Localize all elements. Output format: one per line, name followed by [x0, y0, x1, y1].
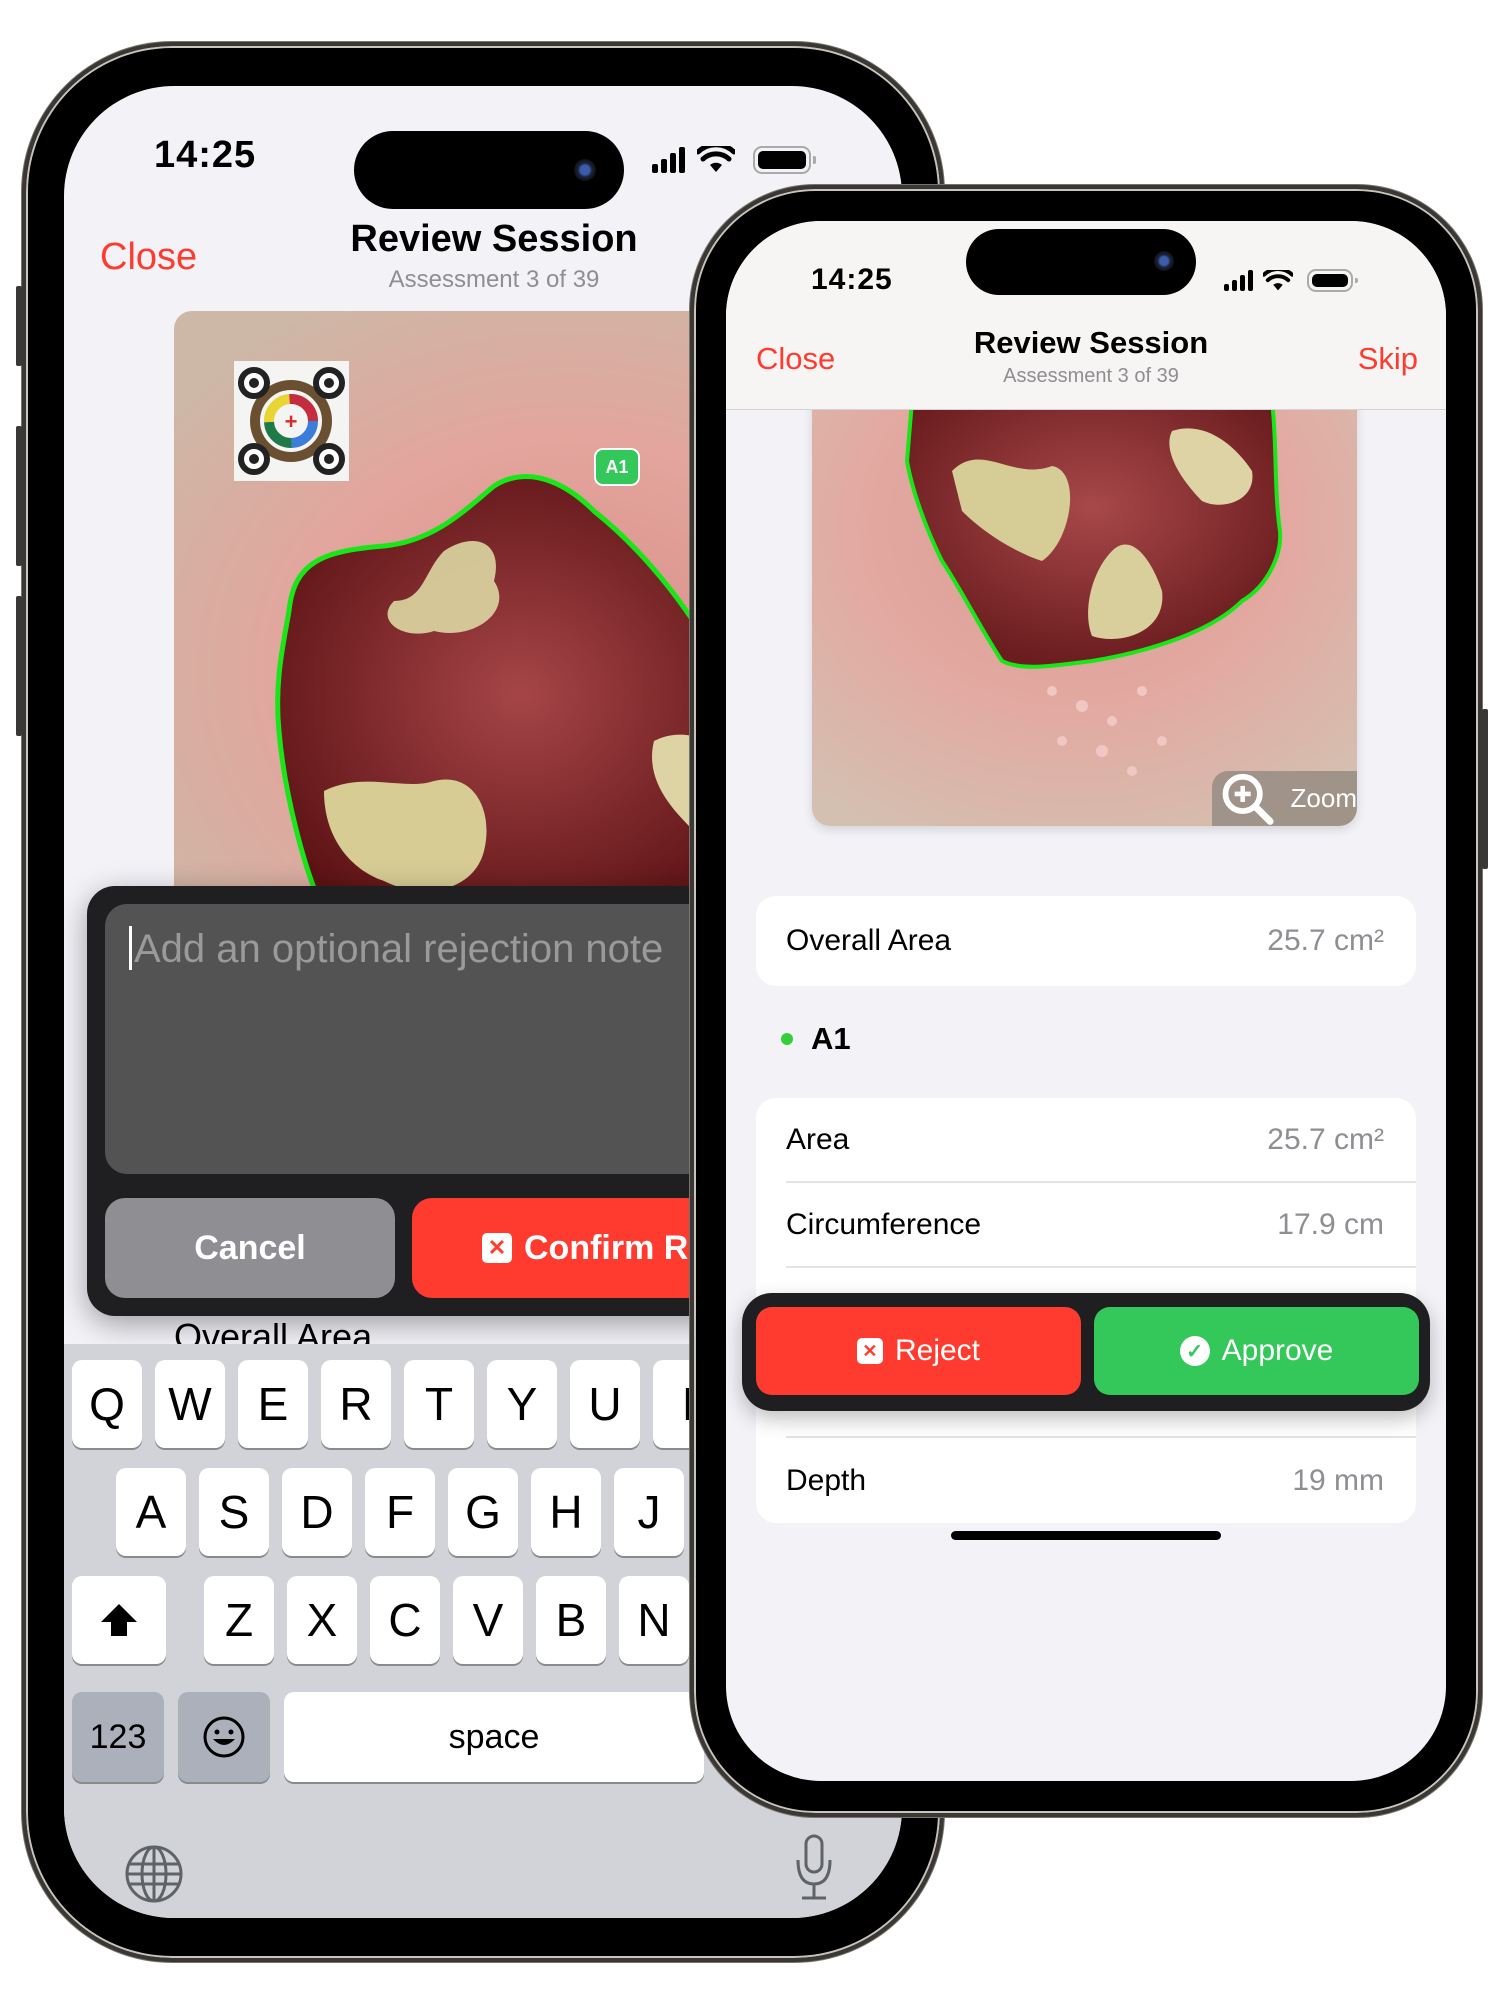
review-action-bar: ✕ Reject ✓ Approve: [742, 1293, 1430, 1411]
reject-x-icon: ✕: [856, 1338, 883, 1364]
keyboard-key[interactable]: Q: [72, 1360, 142, 1448]
battery-icon: [1307, 269, 1358, 292]
numbers-key[interactable]: 123: [72, 1692, 164, 1782]
reject-x-icon: ✕: [482, 1233, 512, 1263]
keyboard-key[interactable]: V: [453, 1576, 523, 1664]
volume-up-button: [16, 426, 22, 566]
overall-area-label-hidden: Overall Area: [174, 1316, 373, 1346]
region-color-dot: [781, 1033, 793, 1045]
keyboard-key[interactable]: Y: [487, 1360, 557, 1448]
keyboard-key[interactable]: F: [365, 1468, 435, 1556]
keyboard-key[interactable]: A: [116, 1468, 186, 1556]
status-time: 14:25: [154, 134, 257, 176]
home-indicator[interactable]: [951, 1531, 1221, 1540]
approve-check-icon: ✓: [1179, 1336, 1210, 1366]
svg-text:+: +: [285, 409, 298, 434]
keyboard-key[interactable]: W: [155, 1360, 225, 1448]
metric-label: Depth: [786, 1463, 867, 1497]
wound-photo[interactable]: Zoom: [812, 361, 1357, 826]
camera-lens-icon: [1154, 251, 1174, 271]
action-button: [16, 286, 22, 366]
metric-row: Area 25.7 cm²: [786, 1098, 1416, 1183]
text-caret: [129, 926, 132, 970]
confirm-reject-label: Confirm Re: [524, 1228, 708, 1267]
keyboard-key[interactable]: D: [282, 1468, 352, 1556]
overall-area-label: Overall Area: [786, 924, 952, 957]
camera-lens-icon: [574, 159, 596, 181]
metric-label: Circumference: [786, 1207, 982, 1241]
keyboard-key[interactable]: Z: [204, 1576, 274, 1664]
emoji-key[interactable]: [178, 1692, 270, 1782]
region-name: A1: [811, 1021, 851, 1056]
page-subtitle: Assessment 3 of 39: [388, 266, 600, 293]
metric-value: 17.9 cm: [1277, 1207, 1384, 1241]
close-button[interactable]: Close: [756, 341, 835, 377]
volume-down-button: [16, 596, 22, 736]
metric-row: Depth 19 mm: [786, 1438, 1416, 1523]
cellular-signal-icon: [652, 147, 685, 173]
wifi-icon: [697, 146, 735, 172]
keyboard-key[interactable]: J: [614, 1468, 684, 1556]
metric-value: 25.7 cm²: [1267, 1122, 1384, 1156]
skip-button[interactable]: Skip: [1358, 341, 1418, 377]
metric-row: Circumference 17.9 cm: [786, 1183, 1416, 1268]
power-button: [1482, 709, 1488, 869]
overall-area-card: Overall Area 25.7 cm²: [756, 896, 1416, 986]
keyboard-key[interactable]: E: [238, 1360, 308, 1448]
microphone-icon[interactable]: [794, 1834, 834, 1904]
globe-icon[interactable]: [124, 1844, 184, 1904]
dynamic-island: [354, 131, 624, 209]
cellular-signal-icon: [1224, 270, 1253, 291]
cancel-button[interactable]: Cancel: [105, 1198, 395, 1298]
zoom-button[interactable]: Zoom: [1212, 771, 1357, 826]
keyboard-key[interactable]: R: [321, 1360, 391, 1448]
navigation-bar: 14:25 Close Review Session Assessment 3 …: [726, 221, 1446, 410]
color-calibration-card: +: [234, 361, 349, 481]
keyboard-key[interactable]: U: [570, 1360, 640, 1448]
dynamic-island: [966, 229, 1196, 295]
status-icons: [1224, 269, 1358, 292]
keyboard-key[interactable]: G: [448, 1468, 518, 1556]
reject-label: Reject: [894, 1334, 981, 1367]
keyboard-key[interactable]: X: [287, 1576, 357, 1664]
region-header: A1: [781, 1021, 851, 1057]
close-button[interactable]: Close: [100, 236, 197, 279]
shift-arrow-icon: [101, 1604, 137, 1636]
overall-area-row: Overall Area 25.7 cm²: [786, 896, 1416, 986]
keyboard-key[interactable]: B: [536, 1576, 606, 1664]
approve-label: Approve: [1221, 1334, 1334, 1367]
keyboard-key[interactable]: C: [370, 1576, 440, 1664]
rejection-note-placeholder: Add an optional rejection note: [134, 927, 664, 971]
shift-key[interactable]: [72, 1576, 166, 1664]
status-icons: [652, 146, 816, 174]
region-badge-a1[interactable]: A1: [594, 448, 640, 486]
approve-button[interactable]: ✓ Approve: [1094, 1307, 1419, 1395]
metric-value: 19 mm: [1292, 1463, 1384, 1497]
page-title: Review Session: [350, 218, 638, 260]
space-key[interactable]: space: [284, 1692, 704, 1782]
metric-label: Area: [786, 1122, 850, 1156]
zoom-label: Zoom: [1290, 783, 1357, 813]
zoom-in-icon: [1222, 773, 1274, 825]
wound-image: [812, 361, 1357, 826]
page-subtitle: Assessment 3 of 39: [1003, 365, 1179, 387]
status-time: 14:25: [811, 263, 893, 296]
right-phone-screen: 14:25 Close Review Session Assessment 3 …: [726, 221, 1446, 1781]
battery-icon: [753, 146, 816, 174]
reject-button[interactable]: ✕ Reject: [756, 1307, 1081, 1395]
keyboard-key[interactable]: H: [531, 1468, 601, 1556]
right-phone-frame: 14:25 Close Review Session Assessment 3 …: [690, 185, 1488, 1817]
emoji-face-icon: [203, 1716, 245, 1758]
keyboard-key[interactable]: S: [199, 1468, 269, 1556]
keyboard-key[interactable]: T: [404, 1360, 474, 1448]
keyboard-key[interactable]: N: [619, 1576, 689, 1664]
wifi-icon: [1263, 269, 1293, 290]
cancel-label: Cancel: [194, 1228, 306, 1267]
overall-area-value: 25.7 cm²: [1267, 924, 1384, 957]
page-title: Review Session: [973, 325, 1209, 360]
